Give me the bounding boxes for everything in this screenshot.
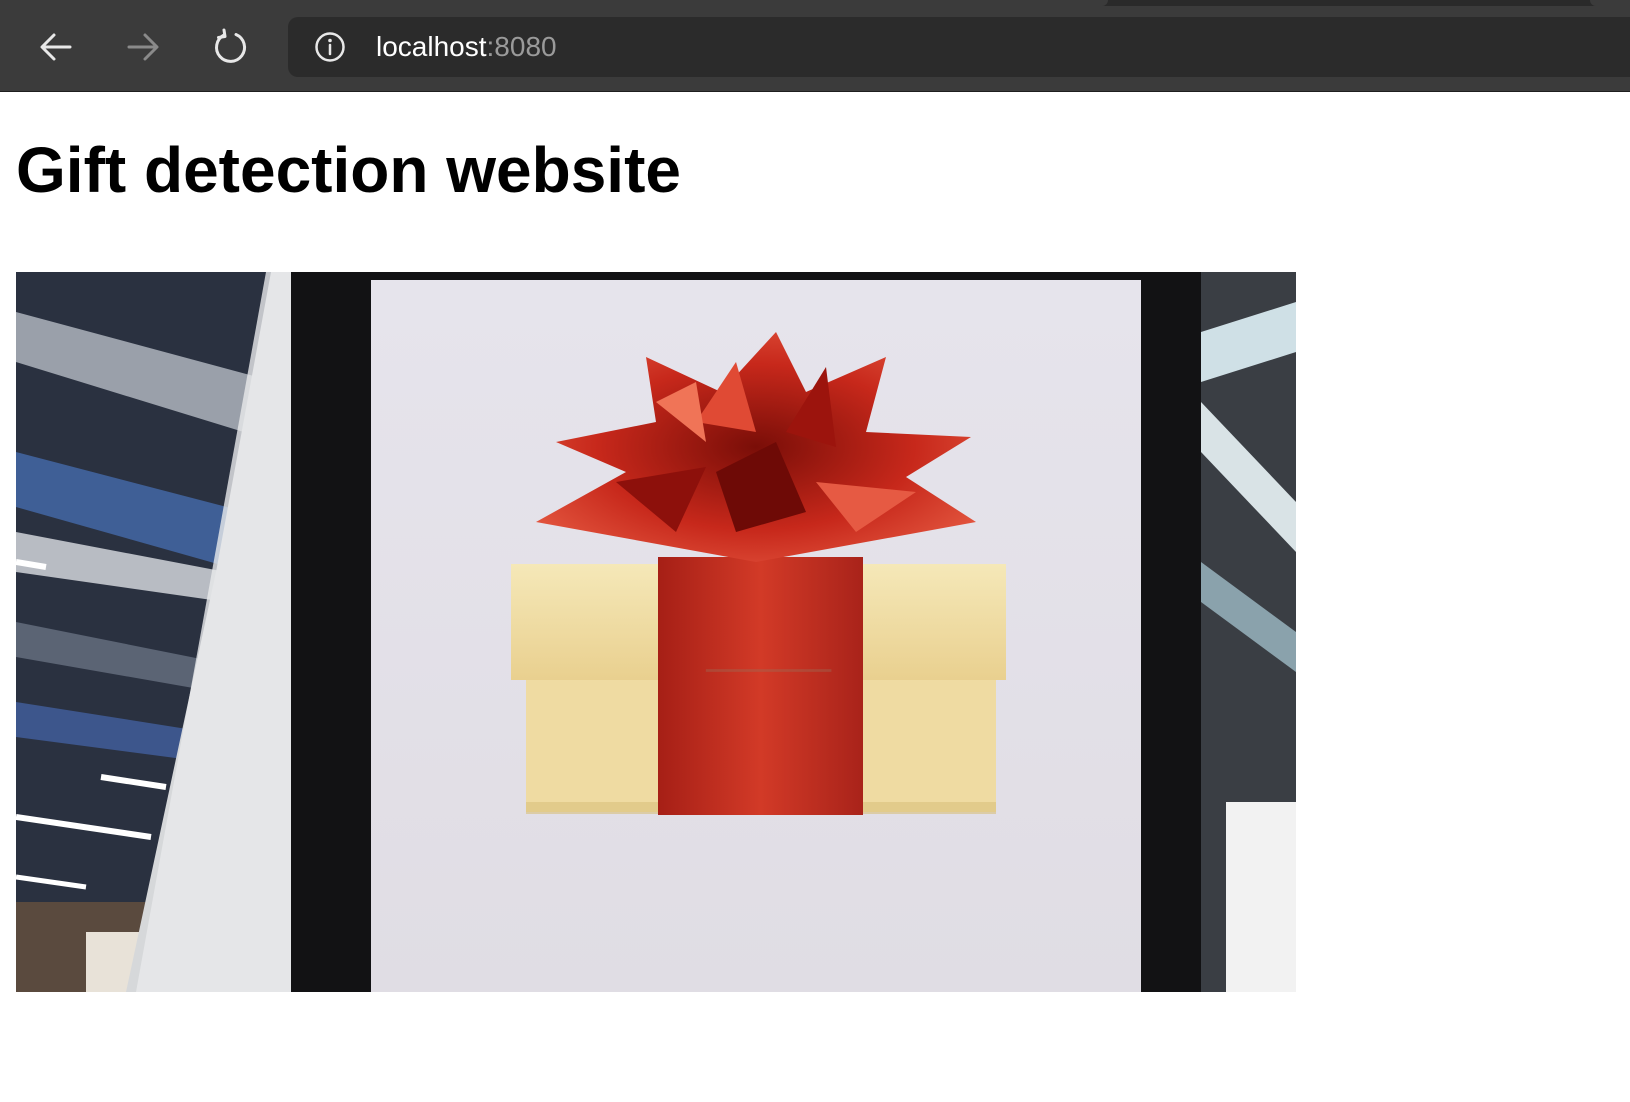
address-bar[interactable]: localhost:8080 xyxy=(288,17,1630,77)
page-title: Gift detection website xyxy=(16,134,681,206)
page-content: Gift detection website ━━━━━━━━━━━━━ xyxy=(0,92,1630,1102)
forward-button[interactable] xyxy=(118,22,168,72)
url-port: :8080 xyxy=(486,31,557,62)
reload-icon xyxy=(215,28,246,63)
tab-edge xyxy=(1590,0,1630,6)
url-host: localhost xyxy=(376,31,487,62)
webcam-image: ━━━━━━━━━━━━━ xyxy=(16,272,1296,992)
tab-strip xyxy=(0,0,1630,6)
reflection-text: ━━━━━━━━━━━━━ xyxy=(705,663,832,680)
arrow-right-icon xyxy=(127,33,159,61)
arrow-left-icon xyxy=(40,33,72,61)
active-tab[interactable] xyxy=(0,0,1108,6)
reload-button[interactable] xyxy=(206,22,256,72)
info-icon[interactable] xyxy=(314,31,346,63)
back-button[interactable] xyxy=(31,22,81,72)
browser-toolbar: localhost:8080 xyxy=(0,0,1630,92)
webcam-scene: ━━━━━━━━━━━━━ xyxy=(16,272,1296,992)
url-text[interactable]: localhost:8080 xyxy=(376,29,557,65)
